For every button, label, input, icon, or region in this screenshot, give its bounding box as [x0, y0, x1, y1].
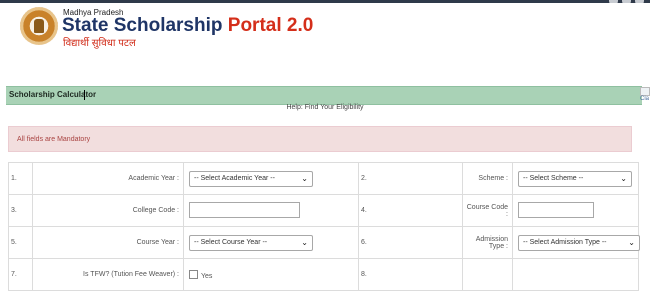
college-code-input[interactable] [189, 201, 300, 218]
course-code-input[interactable] [518, 201, 594, 218]
chevron-down-icon: ⌄ [301, 174, 308, 183]
mp-emblem-icon [20, 7, 58, 45]
form-row: 7. Is TFW? (Tution Fee Weaver) : Yes 8. [8, 258, 639, 291]
row-number: 5. [8, 226, 33, 259]
eligibility-form: 1. Academic Year : -- Select Academic Ye… [8, 162, 640, 291]
tfw-checkbox[interactable] [189, 269, 198, 279]
form-row: 5. Course Year : -- Select Course Year -… [8, 226, 640, 259]
portal-version: Portal 2.0 [227, 15, 314, 36]
tfw-yes-label: Yes [201, 272, 213, 280]
calculator-title-bar: Scholarship Calculator [6, 86, 642, 105]
portal-title[interactable]: State Scholarship Portal 2.0 [62, 16, 313, 35]
row-number: 2. [358, 162, 463, 195]
chevron-down-icon: ⌄ [628, 238, 635, 247]
row-number: 4. [358, 194, 463, 227]
scheme-select[interactable]: -- Select Scheme -- ⌄ [518, 170, 632, 187]
tfw-label: Is TFW? (Tution Fee Weaver) : [32, 258, 184, 291]
mandatory-notice: All fields are Mandatory [17, 136, 91, 143]
college-code-label: College Code : [32, 194, 184, 227]
row-number: 1. [8, 162, 33, 195]
row-number: 3. [8, 194, 33, 227]
site-header: Madhya Pradesh State Scholarship Portal … [0, 3, 650, 49]
form-row: 1. Academic Year : -- Select Academic Ye… [8, 162, 639, 195]
academic-year-select[interactable]: -- Select Academic Year -- ⌄ [189, 170, 313, 187]
form-row: 3. College Code : 4. Course Code : [8, 194, 639, 227]
portal-name: State Scholarship [62, 15, 223, 36]
hindi-tagline: विद्यार्थी सुविधा पटल [63, 38, 136, 49]
admission-type-label: Admission Type : [462, 226, 513, 259]
chevron-down-icon: ⌄ [620, 174, 627, 183]
image-alt-text: Cla [640, 96, 650, 102]
row-number: 6. [358, 226, 463, 259]
empty-label [462, 258, 513, 291]
image-placeholder [640, 87, 650, 96]
row-number: 7. [8, 258, 33, 291]
broken-image-icon: Cla [640, 87, 650, 103]
academic-year-label: Academic Year : [32, 162, 184, 195]
course-year-select[interactable]: -- Select Course Year -- ⌄ [189, 234, 313, 251]
scheme-label: Scheme : [462, 162, 513, 195]
chevron-down-icon: ⌄ [301, 238, 308, 247]
admission-type-select[interactable]: -- Select Admission Type -- ⌄ [518, 234, 640, 251]
help-text: Help: Find Your Eligibility [286, 104, 364, 111]
text-cursor [84, 90, 85, 100]
course-year-label: Course Year : [32, 226, 184, 259]
row-number: 8. [358, 258, 463, 291]
mandatory-alert: All fields are Mandatory [8, 126, 632, 152]
course-code-label: Course Code : [462, 194, 513, 227]
empty-field [512, 258, 639, 291]
